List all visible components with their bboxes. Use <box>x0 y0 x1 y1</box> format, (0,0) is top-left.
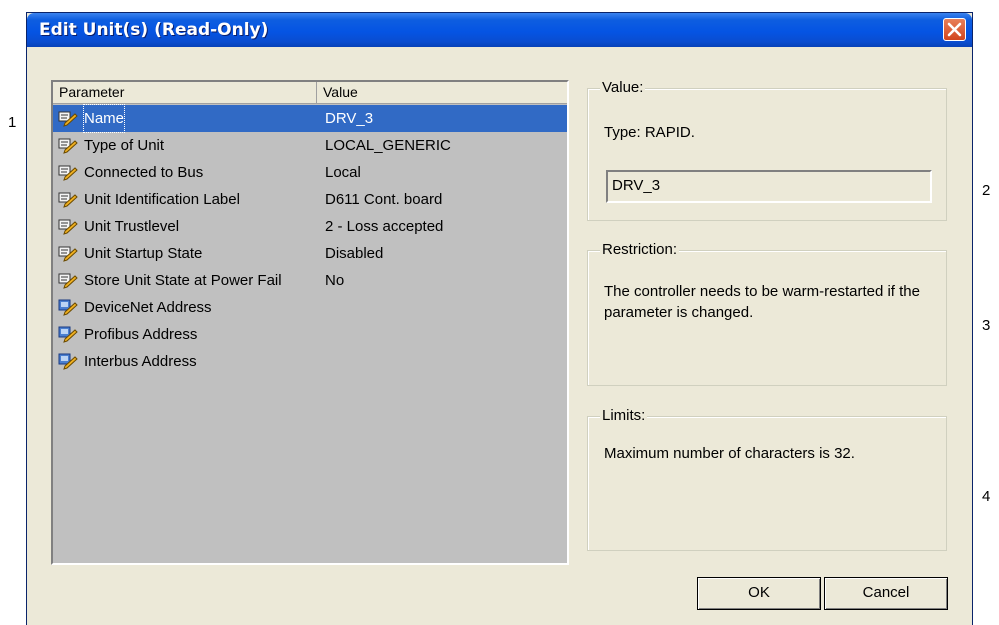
value-group: Value: Type: RAPID. DRV_3 <box>587 79 947 221</box>
ok-button[interactable]: OK <box>697 577 821 610</box>
parameter-name: Name <box>82 104 126 133</box>
title-bar[interactable]: Edit Unit(s) (Read-Only) <box>27 13 972 47</box>
callout-2: 2 <box>982 182 991 199</box>
list-item[interactable]: Type of Unit LOCAL_GENERIC <box>53 132 567 159</box>
parameter-name: Store Unit State at Power Fail <box>84 272 282 289</box>
column-header-value[interactable]: Value <box>317 82 567 104</box>
disabled-parameter-icon <box>58 326 78 343</box>
limits-text: Maximum number of characters is 32. <box>604 445 855 462</box>
cancel-button[interactable]: Cancel <box>824 577 948 610</box>
list-item[interactable]: Profibus Address <box>53 321 567 348</box>
parameter-name: Interbus Address <box>84 353 197 370</box>
close-icon <box>947 22 962 37</box>
parameter-value: D611 Cont. board <box>325 191 443 208</box>
list-item[interactable]: DeviceNet Address <box>53 294 567 321</box>
callout-3: 3 <box>982 317 991 334</box>
restriction-group-title: Restriction: <box>600 241 680 258</box>
parameter-value: LOCAL_GENERIC <box>325 137 451 154</box>
value-type-text: Type: RAPID. <box>604 124 695 141</box>
parameter-name: Unit Identification Label <box>84 191 240 208</box>
edit-parameter-icon <box>58 273 78 289</box>
parameter-value: DRV_3 <box>325 110 374 127</box>
disabled-parameter-icon <box>58 353 78 370</box>
parameter-name: Type of Unit <box>84 137 165 154</box>
value-group-title: Value: <box>600 79 646 96</box>
edit-parameter-icon <box>58 165 78 181</box>
parameter-value: Local <box>325 164 361 181</box>
callout-1: 1 <box>8 114 17 131</box>
edit-unit-dialog: Edit Unit(s) (Read-Only) Parameter Value… <box>26 12 973 625</box>
parameter-value: 2 - Loss accepted <box>325 218 444 235</box>
limits-group-title: Limits: <box>600 407 648 424</box>
edit-parameter-icon <box>58 219 78 235</box>
value-field[interactable]: DRV_3 <box>606 170 932 203</box>
edit-parameter-icon <box>58 192 78 208</box>
dialog-title: Edit Unit(s) (Read-Only) <box>39 20 269 40</box>
restriction-group: Restriction: The controller needs to be … <box>587 241 947 386</box>
parameter-value: No <box>325 272 345 289</box>
parameter-list[interactable]: Parameter Value Name DRV_3 Type of Unit LOC… <box>51 80 569 565</box>
edit-parameter-icon <box>58 138 78 154</box>
restriction-text: The controller needs to be warm-restarte… <box>604 283 920 321</box>
parameter-name: Connected to Bus <box>84 164 204 181</box>
list-header: Parameter Value <box>53 82 567 104</box>
list-item[interactable]: Connected to Bus Local <box>53 159 567 186</box>
close-button[interactable] <box>943 18 966 41</box>
list-item[interactable]: Store Unit State at Power Fail No <box>53 267 567 294</box>
parameter-value: Disabled <box>325 245 384 262</box>
column-header-parameter[interactable]: Parameter <box>53 82 317 104</box>
limits-group: Limits: Maximum number of characters is … <box>587 407 947 551</box>
list-item[interactable]: Name DRV_3 <box>53 104 567 133</box>
parameter-name: Unit Startup State <box>84 245 203 262</box>
list-item[interactable]: Unit Trustlevel 2 - Loss accepted <box>53 213 567 240</box>
edit-parameter-icon <box>58 111 78 127</box>
list-item[interactable]: Unit Startup State Disabled <box>53 240 567 267</box>
parameter-name: Unit Trustlevel <box>84 218 180 235</box>
callout-4: 4 <box>982 488 991 505</box>
list-rows: Name DRV_3 Type of Unit LOCAL_GENERIC Connec… <box>53 104 567 375</box>
list-item[interactable]: Interbus Address <box>53 348 567 375</box>
parameter-name: Profibus Address <box>84 326 198 343</box>
list-item[interactable]: Unit Identification Label D611 Cont. boar… <box>53 186 567 213</box>
parameter-name: DeviceNet Address <box>84 299 212 316</box>
edit-parameter-icon <box>58 246 78 262</box>
disabled-parameter-icon <box>58 299 78 316</box>
